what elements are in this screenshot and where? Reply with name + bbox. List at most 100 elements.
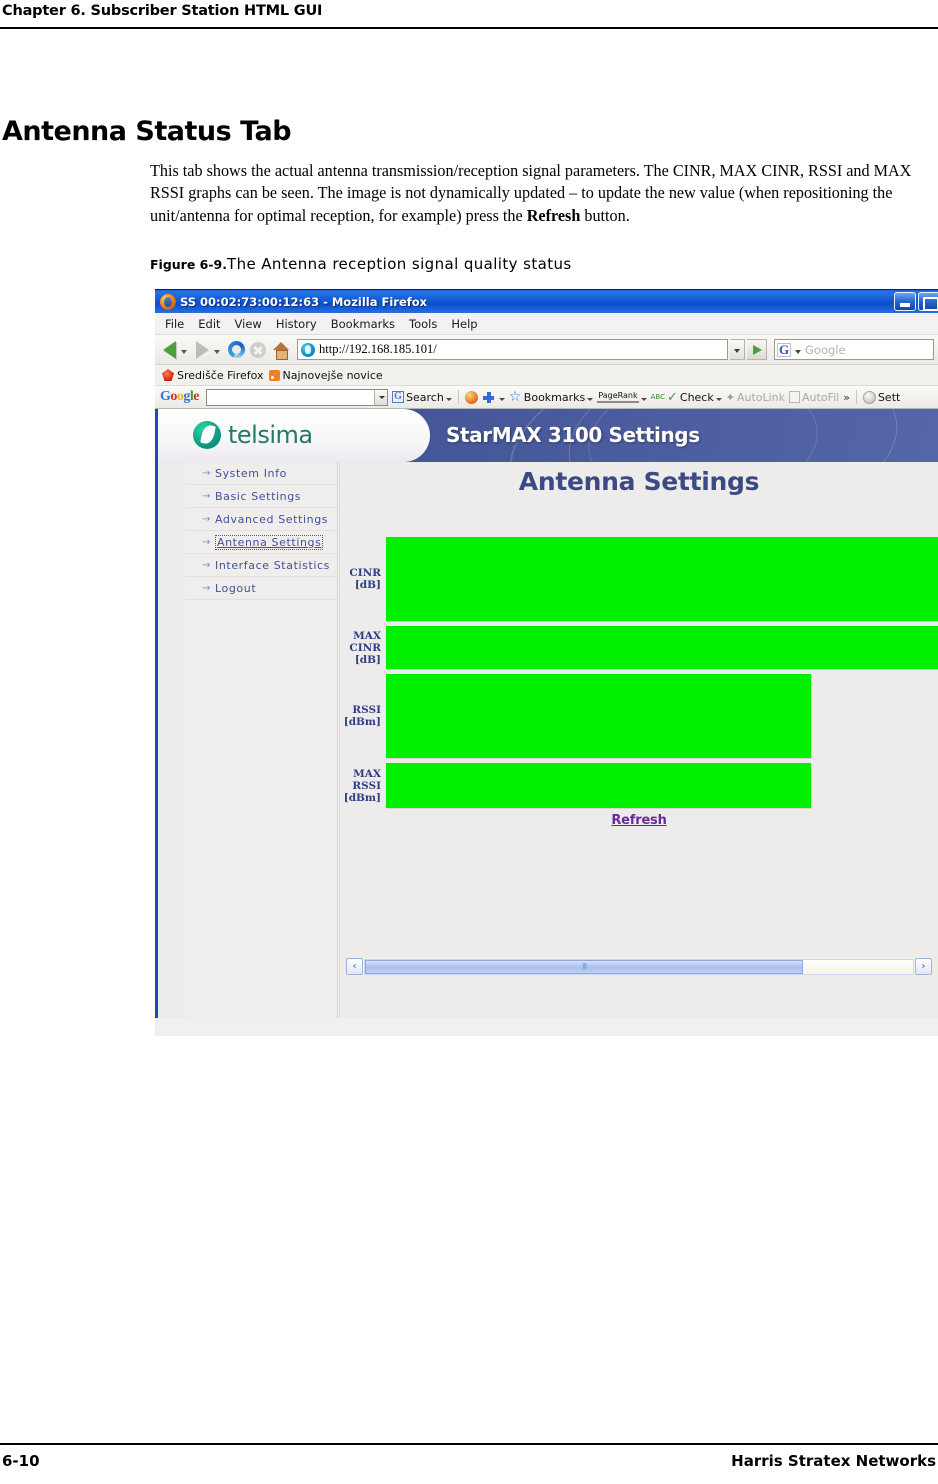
- menu-edit[interactable]: Edit: [198, 317, 220, 331]
- bar-label-rssi: RSSI [dBm]: [343, 704, 381, 728]
- arrow-right-icon: →: [202, 582, 211, 594]
- pagerank-meter-icon: PageRank: [597, 391, 639, 403]
- arrow-right-icon: →: [202, 513, 211, 525]
- brand-name: telsima: [228, 421, 313, 449]
- banner-title: StarMAX 3100 Settings: [446, 423, 700, 447]
- plus-chevron-down-icon[interactable]: [498, 397, 505, 401]
- checkmark-icon: ✓: [666, 389, 678, 405]
- menu-tools[interactable]: Tools: [409, 317, 437, 331]
- search-engine-icon[interactable]: G: [777, 342, 791, 357]
- home-icon[interactable]: [272, 341, 290, 360]
- bookmarks-toolbar: Središče Firefox Najnovejše novice: [155, 365, 938, 386]
- rss-feed-icon: [268, 369, 280, 381]
- magic-wand-icon: ✦: [725, 390, 735, 404]
- google-search-button[interactable]: G Search: [392, 391, 452, 404]
- chart-row-rssi: RSSI [dBm]: [340, 674, 938, 758]
- pagerank-button[interactable]: PageRank: [597, 391, 647, 403]
- chevron-down-icon[interactable]: [715, 397, 722, 401]
- address-bar[interactable]: http://192.168.185.101/: [297, 339, 728, 360]
- firefox-bookmark-icon: [162, 369, 174, 381]
- sidebar-item-label: Advanced Settings: [214, 512, 329, 526]
- chevron-down-icon[interactable]: [445, 397, 452, 401]
- menu-view[interactable]: View: [235, 317, 262, 331]
- horizontal-scrollbar[interactable]: ‹ III ›: [346, 958, 932, 975]
- autolink-button[interactable]: ✦ AutoLink: [726, 391, 785, 404]
- spellcheck-button[interactable]: ABC ✓ Check: [651, 391, 722, 404]
- sidebar-item-interface-statistics[interactable]: → Interface Statistics: [186, 554, 337, 577]
- content-heading: Antenna Settings: [518, 467, 760, 496]
- google-search-chevron-down-icon[interactable]: [374, 389, 387, 405]
- bookmark-label: Središče Firefox: [177, 368, 264, 382]
- forward-history-chevron-down-icon[interactable]: [214, 349, 220, 354]
- bar-track: [386, 537, 938, 621]
- menu-history[interactable]: History: [276, 317, 317, 331]
- forward-arrow-icon[interactable]: [196, 340, 209, 359]
- running-header: Chapter 6. Subscriber Station HTML GUI: [2, 3, 323, 19]
- signal-quality-bar-chart: CINR [dB] MAX CINR [dB] RSSI [dBm] MAX R…: [340, 537, 938, 813]
- site-banner: telsima StarMAX 3100 Settings: [158, 409, 938, 462]
- restore-button[interactable]: [918, 292, 938, 311]
- back-history-chevron-down-icon[interactable]: [181, 349, 187, 354]
- google-g-icon: G: [392, 391, 404, 403]
- gear-icon: [862, 390, 876, 404]
- reload-icon[interactable]: [228, 341, 245, 358]
- site-favicon-icon: [301, 342, 315, 357]
- page-title: Antenna Status Tab: [2, 116, 292, 148]
- scroll-right-button[interactable]: ›: [915, 958, 932, 975]
- scrollbar-thumb[interactable]: III: [365, 959, 804, 974]
- menu-bookmarks[interactable]: Bookmarks: [331, 317, 395, 331]
- bar-label-max-cinr: MAX CINR [dB]: [349, 629, 381, 666]
- address-dropdown-chevron-down-icon[interactable]: [730, 339, 745, 360]
- toolbar-divider: [457, 390, 459, 404]
- globe-icon[interactable]: [464, 390, 478, 404]
- bookmark-najnovejse-novice[interactable]: Najnovejše novice: [268, 369, 383, 382]
- sidebar-item-logout[interactable]: → Logout: [186, 577, 337, 600]
- menu-help[interactable]: Help: [451, 317, 477, 331]
- go-button[interactable]: [747, 339, 767, 360]
- address-bar-value: http://192.168.185.101/: [319, 342, 437, 356]
- chevron-down-icon[interactable]: [640, 397, 647, 401]
- browser-window-screenshot: SS 00:02:73:00:12:63 - Mozilla Firefox F…: [155, 289, 938, 1036]
- leaf-icon: [193, 421, 221, 449]
- sidebar-item-system-info[interactable]: → System Info: [186, 462, 337, 485]
- search-engine-chevron-down-icon[interactable]: [795, 349, 801, 354]
- sidebar-item-antenna-settings[interactable]: → Antenna Settings: [186, 531, 337, 554]
- google-bookmarks-label: Bookmarks: [523, 390, 586, 404]
- toolbar-overflow-icon[interactable]: »: [843, 391, 850, 404]
- refresh-link[interactable]: Refresh: [611, 813, 667, 828]
- menu-file[interactable]: File: [165, 317, 184, 331]
- settings-button[interactable]: Sett: [862, 390, 901, 404]
- page-content: Antenna Settings CINR [dB] MAX CINR [dB]…: [339, 462, 938, 1018]
- google-bookmarks-button[interactable]: ☆ Bookmarks: [508, 388, 594, 405]
- firefox-icon: [160, 293, 176, 310]
- star-icon: ☆: [508, 388, 522, 405]
- footer-page-number: 6-10: [2, 1452, 40, 1470]
- arrow-right-icon: →: [202, 559, 211, 571]
- stop-icon[interactable]: [250, 341, 266, 358]
- refresh-bold-term: Refresh: [526, 205, 581, 225]
- sidebar-item-advanced-settings[interactable]: → Advanced Settings: [186, 508, 337, 531]
- window-controls: [894, 292, 938, 311]
- search-bar[interactable]: G Google: [774, 339, 934, 360]
- settings-label: Sett: [877, 390, 901, 404]
- google-toolbar-search-input[interactable]: [206, 388, 388, 406]
- bar-track: [386, 626, 938, 669]
- back-arrow-icon[interactable]: [163, 340, 176, 359]
- minimize-button[interactable]: [894, 292, 916, 311]
- body-paragraph: This tab shows the actual antenna transm…: [150, 160, 924, 228]
- autofill-form-icon: [789, 391, 801, 403]
- chevron-down-icon[interactable]: [587, 397, 594, 401]
- sidebar-item-basic-settings[interactable]: → Basic Settings: [186, 485, 337, 508]
- bar-track: [386, 674, 938, 758]
- bookmark-sredisce-firefox[interactable]: Središče Firefox: [162, 369, 264, 382]
- body-paragraph-part2: button.: [580, 205, 630, 225]
- autofill-button[interactable]: AutoFil: [789, 391, 839, 404]
- sidebar-item-label: System Info: [214, 466, 287, 480]
- search-input[interactable]: Google: [805, 343, 846, 357]
- chart-row-max-cinr: MAX CINR [dB]: [340, 626, 938, 669]
- footer-rule: [0, 1443, 938, 1445]
- chart-row-cinr: CINR [dB]: [340, 537, 938, 621]
- plus-icon[interactable]: [482, 391, 495, 404]
- scroll-left-button[interactable]: ‹: [346, 958, 363, 975]
- scrollbar-trough[interactable]: III: [364, 958, 914, 975]
